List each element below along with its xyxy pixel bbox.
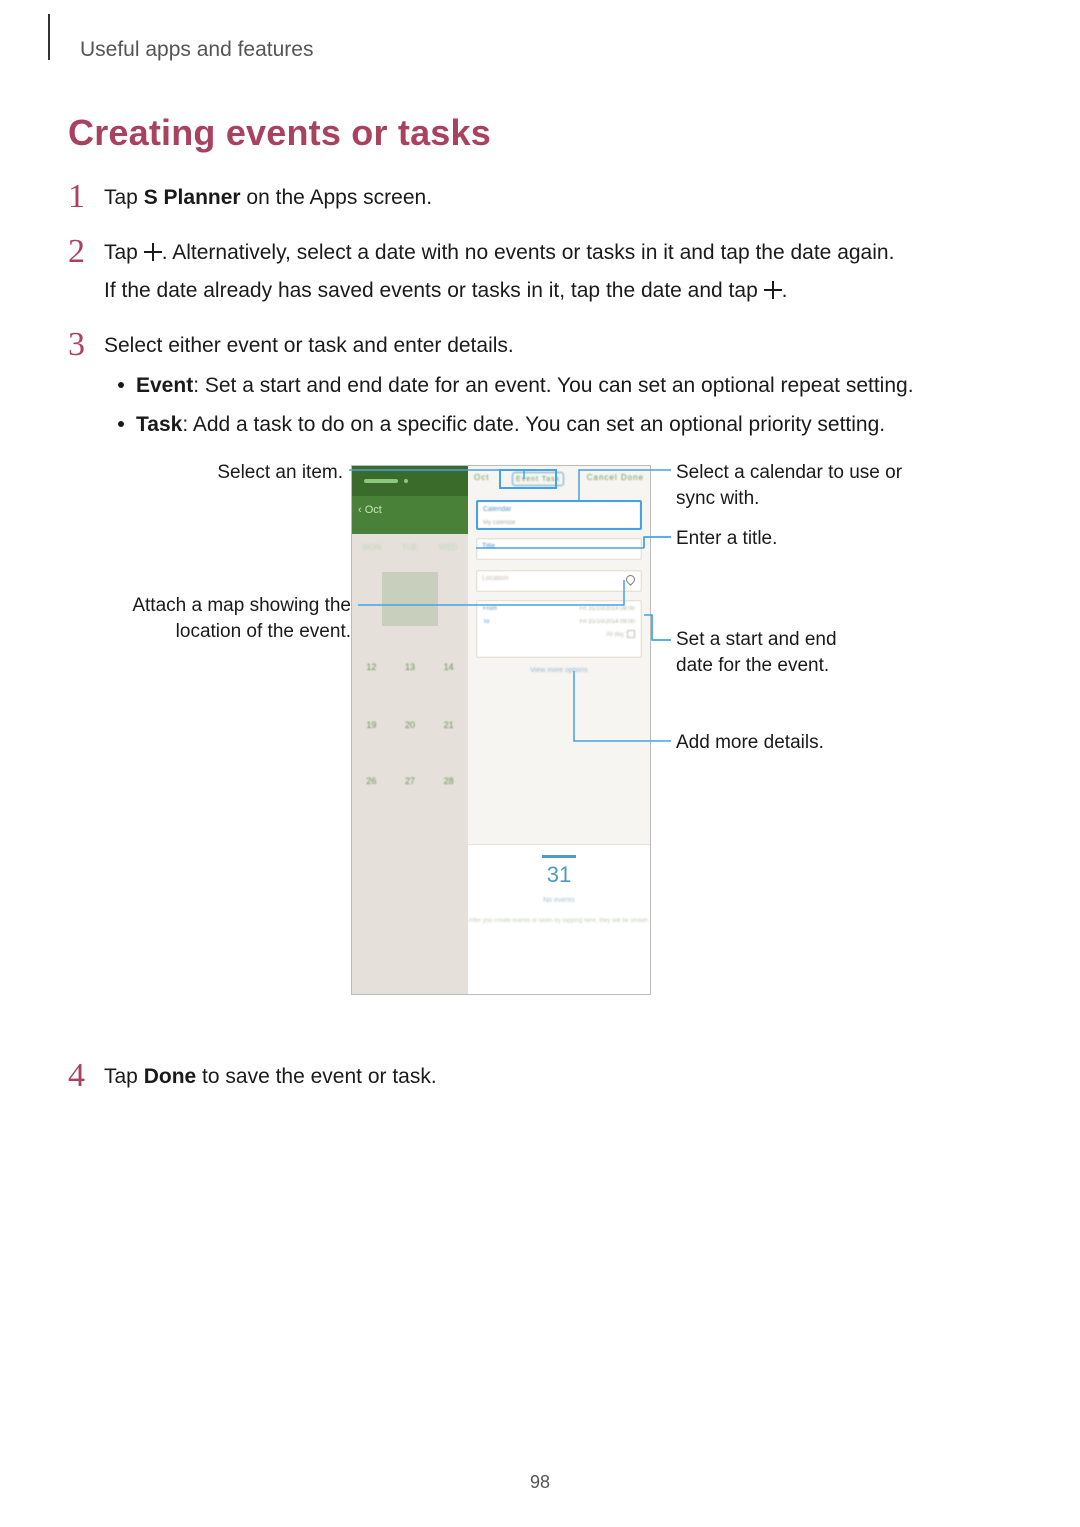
callout-set-date: Set a start and end date for the event.	[676, 627, 876, 678]
step-number: 1	[68, 180, 104, 214]
step-body: Tap . Alternatively, select a date with …	[104, 237, 1012, 308]
text: Tap	[104, 1065, 144, 1088]
done-label: Done	[144, 1065, 197, 1088]
all-day-checkbox[interactable]	[627, 630, 635, 638]
cal-day[interactable]: 19	[366, 719, 376, 733]
text: .	[782, 279, 788, 302]
cal-week-row[interactable]	[352, 546, 468, 598]
text: : Add a task to do on a specific date. Y…	[182, 413, 885, 436]
cal-day[interactable]: 27	[405, 775, 415, 789]
phone-screenshot: ‹ Oct MON TUE WED 12 13 14	[351, 465, 651, 995]
view-more-options[interactable]: View more options	[468, 666, 650, 677]
map-pin-icon[interactable]	[626, 575, 635, 588]
text: Tap	[104, 241, 144, 264]
cal-week-row[interactable]	[352, 796, 468, 844]
cal-day[interactable]: 20	[405, 719, 415, 733]
no-events-label: No events	[468, 896, 650, 907]
highlight-event-task	[499, 469, 557, 489]
bullet-dot-icon	[118, 421, 124, 427]
step-3: 3 Select either event or task and enter …	[68, 330, 1012, 1040]
section-title: Creating events or tasks	[68, 112, 1012, 154]
cancel-done-buttons[interactable]: Cancel Done	[587, 472, 644, 490]
bullet-label: Event	[136, 374, 193, 397]
text: Select either event or task and enter de…	[104, 330, 1012, 363]
plus-icon	[764, 281, 782, 299]
bullet-event: Event: Set a start and end date for an e…	[104, 370, 1012, 403]
chapter-title: Useful apps and features	[80, 38, 1012, 62]
field-placeholder: Location	[477, 571, 641, 588]
to-value: Fri 31/10/2014 09:00	[580, 618, 635, 627]
cal-week-row[interactable]: 19 20 21	[352, 700, 468, 752]
cal-day[interactable]: 14	[444, 661, 454, 675]
bullet-label: Task	[136, 413, 182, 436]
plus-icon	[144, 243, 162, 261]
to-label: To	[483, 618, 489, 627]
title-input[interactable]: Title	[476, 538, 642, 560]
text: to save the event or task.	[196, 1065, 436, 1088]
cal-month-indicator	[364, 479, 398, 483]
cal-month-indicator	[404, 479, 408, 483]
step-1: 1 Tap S Planner on the Apps screen.	[68, 182, 1012, 215]
callout-attach-map: Attach a map showing the location of the…	[126, 593, 351, 644]
cal-day[interactable]: 28	[444, 775, 454, 789]
hint-text: After you create events or tasks by tapp…	[468, 917, 650, 926]
step-body: Tap S Planner on the Apps screen.	[104, 182, 1012, 215]
callout-add-more: Add more details.	[676, 730, 824, 756]
bullet-dot-icon	[118, 382, 124, 388]
cal-day[interactable]: 12	[366, 661, 376, 675]
step-body: Tap Done to save the event or task.	[104, 1061, 1012, 1094]
from-label: From	[483, 605, 497, 614]
step-2: 2 Tap . Alternatively, select a date wit…	[68, 237, 1012, 308]
callout-select-item: Select an item.	[213, 460, 343, 486]
cal-day[interactable]: 21	[444, 719, 454, 733]
selected-date-display: 31	[542, 855, 576, 892]
calendar-selector[interactable]: Calendar My calendar	[476, 500, 642, 530]
page-side-tick	[48, 14, 50, 60]
all-day-label: All day	[606, 632, 624, 638]
text: . Alternatively, select a date with no e…	[162, 241, 895, 264]
text: Tap	[104, 186, 144, 209]
month-chip: Oct	[474, 472, 489, 490]
back-button[interactable]: ‹ Oct	[358, 502, 382, 519]
field-label: Title	[477, 539, 641, 556]
step-body: Select either event or task and enter de…	[104, 330, 1012, 1040]
callout-enter-title: Enter a title.	[676, 526, 777, 552]
step-number: 4	[68, 1059, 104, 1093]
cal-day[interactable]: 26	[366, 775, 376, 789]
text: If the date already has saved events or …	[104, 279, 764, 302]
field-value: My calendar	[478, 519, 640, 528]
text: : Set a start and end date for an event.…	[193, 374, 913, 397]
date-range-picker[interactable]: From Fri 31/10/2014 08:00 To Fri 31/10/201…	[476, 600, 642, 658]
cal-day[interactable]: 13	[405, 661, 415, 675]
location-input[interactable]: Location	[476, 570, 642, 592]
callout-select-calendar: Select a calendar to use or sync with.	[676, 460, 936, 511]
step-number: 3	[68, 328, 104, 362]
bullet-task: Task: Add a task to do on a specific dat…	[104, 409, 1012, 442]
figure: ‹ Oct MON TUE WED 12 13 14	[104, 455, 1004, 1015]
app-name: S Planner	[144, 186, 241, 209]
step-number: 2	[68, 235, 104, 269]
page-number: 98	[0, 1472, 1080, 1493]
cal-week-row[interactable]: 12 13 14	[352, 642, 468, 694]
text: on the Apps screen.	[241, 186, 432, 209]
step-4: 4 Tap Done to save the event or task.	[68, 1061, 1012, 1094]
field-label: Calendar	[478, 502, 640, 519]
from-value: Fri 31/10/2014 08:00	[580, 605, 635, 614]
